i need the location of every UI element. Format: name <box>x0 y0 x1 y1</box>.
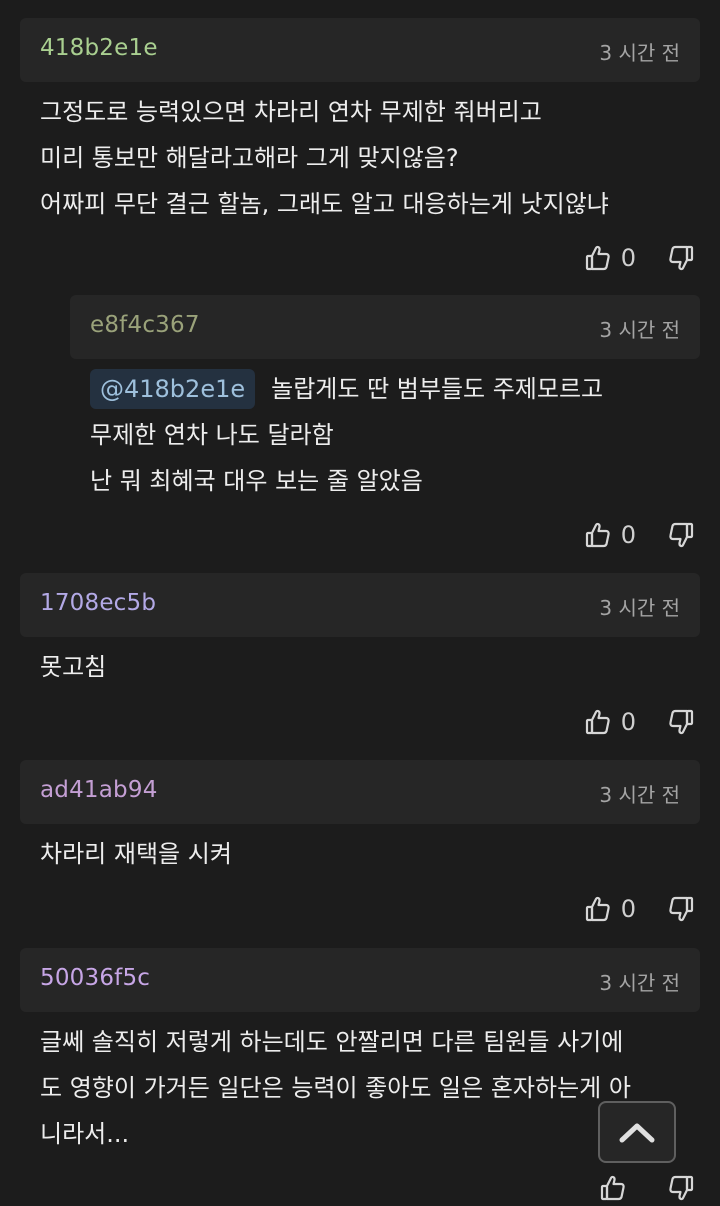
author-name[interactable]: 1708ec5b <box>40 590 156 616</box>
comment-text: 니라서... <box>40 1120 130 1148</box>
comment-header: 50036f5c 3 시간 전 <box>20 948 700 1012</box>
dislike-button[interactable] <box>666 707 696 737</box>
like-button[interactable] <box>598 1173 666 1203</box>
scroll-to-top-button[interactable] <box>598 1101 676 1163</box>
comment-body: 그정도로 능력있으면 차라리 연차 무제한 줘버리고미리 통보만 해달라고해라 … <box>40 89 609 227</box>
vote-bar: 0 <box>583 240 696 276</box>
comment-text: 놀랍게도 딴 범부들도 주제모르고 <box>271 375 604 403</box>
thumbs-down-icon <box>666 1173 696 1203</box>
author-name[interactable]: e8f4c367 <box>90 312 200 338</box>
chevron-up-icon <box>619 1123 655 1143</box>
comment-text: 미리 통보만 해달라고해라 그게 맞지않음? <box>40 144 459 172</box>
like-button[interactable]: 0 <box>583 520 666 550</box>
comment-line: 그정도로 능력있으면 차라리 연차 무제한 줘버리고 <box>40 89 609 135</box>
comment-line: 글쎄 솔직히 저렇게 하는데도 안짤리면 다른 팀원들 사기에 <box>40 1019 631 1065</box>
like-button[interactable]: 0 <box>583 707 666 737</box>
comment-text: 못고침 <box>40 653 107 681</box>
comment-line: 난 뭐 최혜국 대우 보는 줄 알았음 <box>90 458 603 504</box>
author-name[interactable]: 418b2e1e <box>40 35 158 61</box>
thumbs-up-icon <box>583 707 613 737</box>
mention-tag[interactable]: @418b2e1e <box>90 369 256 409</box>
like-count: 0 <box>620 521 636 549</box>
thumbs-up-icon <box>583 894 613 924</box>
vote-bar: 0 <box>583 891 696 927</box>
comment-timestamp: 3 시간 전 <box>599 41 680 65</box>
like-count: 0 <box>620 244 636 272</box>
comment-text: 그정도로 능력있으면 차라리 연차 무제한 줘버리고 <box>40 98 542 126</box>
dislike-button[interactable] <box>666 894 696 924</box>
comment-text: 무제한 연차 나도 달라함 <box>90 421 334 449</box>
comment-line: 차라리 재택을 시켜 <box>40 831 232 877</box>
comment-body: 차라리 재택을 시켜 <box>40 831 232 877</box>
author-name[interactable]: 50036f5c <box>40 965 150 991</box>
comment-header: 418b2e1e 3 시간 전 <box>20 18 700 82</box>
comment-timestamp: 3 시간 전 <box>599 783 680 807</box>
thumbs-down-icon <box>666 520 696 550</box>
like-button[interactable]: 0 <box>583 243 666 273</box>
vote-bar <box>598 1170 696 1206</box>
comment-header: ad41ab94 3 시간 전 <box>20 760 700 824</box>
vote-bar: 0 <box>583 517 696 553</box>
dislike-button[interactable] <box>666 1173 696 1203</box>
vote-bar: 0 <box>583 704 696 740</box>
thumbs-down-icon <box>666 707 696 737</box>
comment-line: 못고침 <box>40 644 106 690</box>
comment-line: 니라서... <box>40 1111 631 1157</box>
comment-text: 난 뭐 최혜국 대우 보는 줄 알았음 <box>90 467 423 495</box>
comment-timestamp: 3 시간 전 <box>599 971 680 995</box>
comment-header: e8f4c367 3 시간 전 <box>70 295 700 359</box>
thumbs-down-icon <box>666 243 696 273</box>
thumbs-up-icon <box>583 520 613 550</box>
like-count: 0 <box>620 895 636 923</box>
comment-text: 어짜피 무단 결근 할놈, 그래도 알고 대응하는게 낫지않냐 <box>40 190 609 218</box>
comment-body: 글쎄 솔직히 저렇게 하는데도 안짤리면 다른 팀원들 사기에도 영향이 가거든… <box>40 1019 631 1157</box>
comment-text: 차라리 재택을 시켜 <box>40 840 232 868</box>
comment-text: 도 영향이 가거든 일단은 능력이 좋아도 일은 혼자하는게 아 <box>40 1074 631 1102</box>
dislike-button[interactable] <box>666 520 696 550</box>
like-count: 0 <box>620 708 636 736</box>
comment-line: 도 영향이 가거든 일단은 능력이 좋아도 일은 혼자하는게 아 <box>40 1065 631 1111</box>
comment-line: 무제한 연차 나도 달라함 <box>90 412 603 458</box>
comment-line: @418b2e1e 놀랍게도 딴 범부들도 주제모르고 <box>90 366 603 412</box>
like-button[interactable]: 0 <box>583 894 666 924</box>
comment-body: @418b2e1e 놀랍게도 딴 범부들도 주제모르고무제한 연차 나도 달라함난… <box>90 366 603 504</box>
thumbs-down-icon <box>666 894 696 924</box>
comment-timestamp: 3 시간 전 <box>599 318 680 342</box>
thumbs-up-icon <box>583 243 613 273</box>
comment-header: 1708ec5b 3 시간 전 <box>20 573 700 637</box>
dislike-button[interactable] <box>666 243 696 273</box>
comment-line: 미리 통보만 해달라고해라 그게 맞지않음? <box>40 135 609 181</box>
comment-text: 글쎄 솔직히 저렇게 하는데도 안짤리면 다른 팀원들 사기에 <box>40 1028 624 1056</box>
author-name[interactable]: ad41ab94 <box>40 777 158 803</box>
comment-line: 어짜피 무단 결근 할놈, 그래도 알고 대응하는게 낫지않냐 <box>40 181 609 227</box>
comment-timestamp: 3 시간 전 <box>599 596 680 620</box>
thumbs-up-icon <box>598 1173 628 1203</box>
comment-body: 못고침 <box>40 644 106 690</box>
